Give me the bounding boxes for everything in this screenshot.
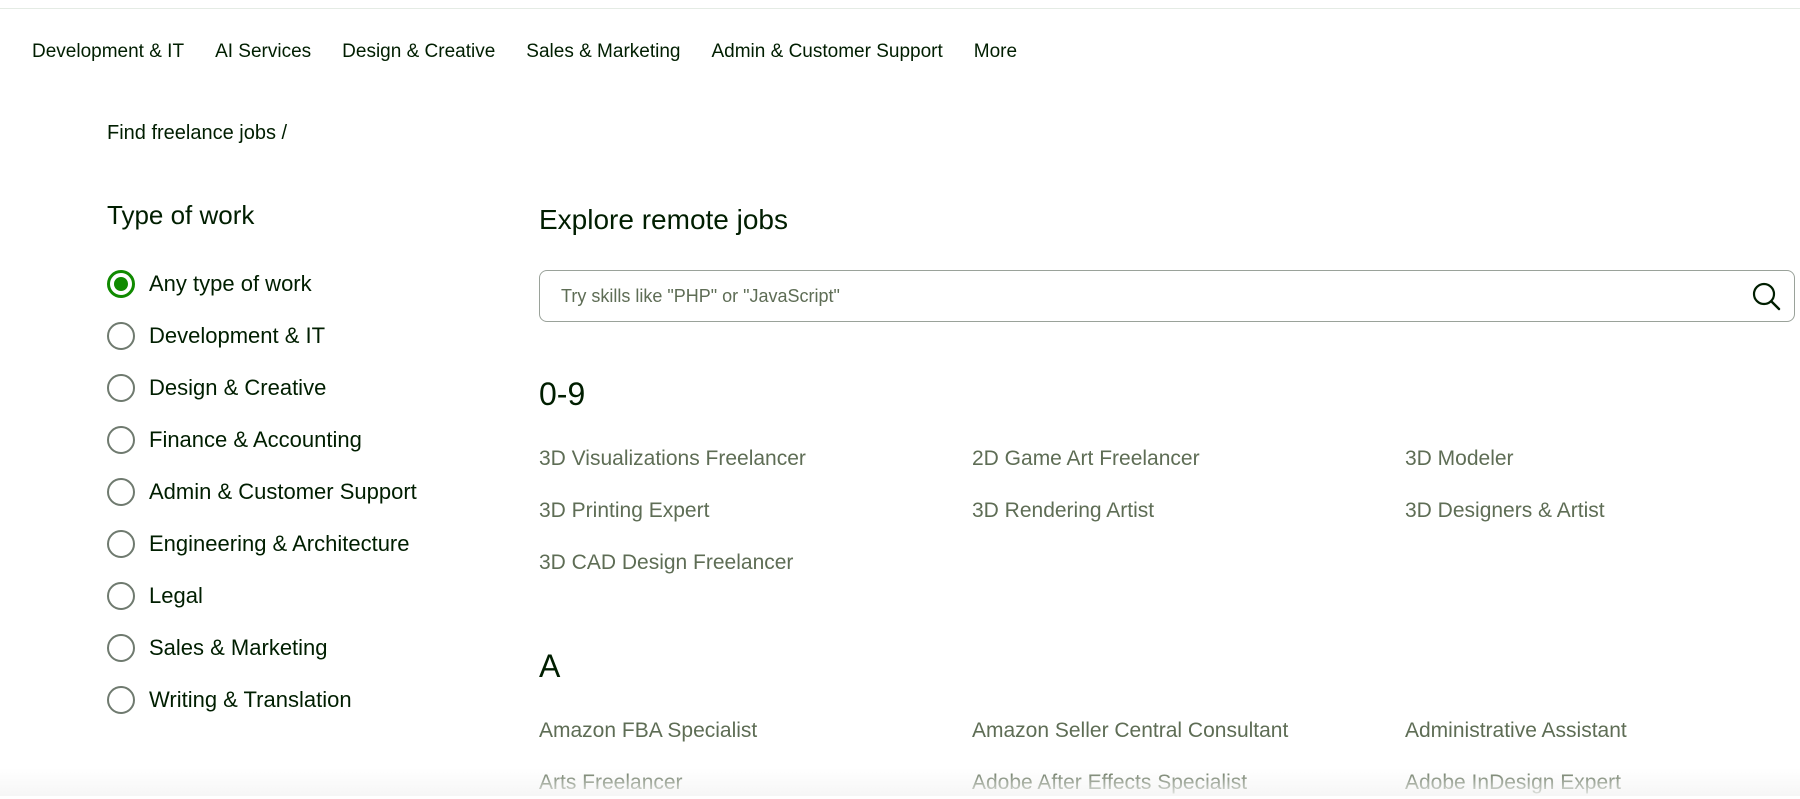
section-heading-a: A: [539, 648, 561, 684]
radio-group: Any type of work Development & IT Design &…: [107, 267, 467, 717]
radio-label: Legal: [149, 583, 203, 608]
section-heading-0-9: 0-9: [539, 376, 586, 412]
radio-option[interactable]: Sales & Marketing: [107, 631, 467, 665]
type-of-work-filter: Type of work Any type of work Development…: [107, 196, 467, 735]
nav-item-admin-support[interactable]: Admin & Customer Support: [711, 41, 942, 63]
radio-label: Any type of work: [149, 271, 312, 296]
nav-item-development-it[interactable]: Development & IT: [32, 41, 184, 63]
filter-title: Type of work: [107, 200, 255, 230]
nav-item-sales-marketing[interactable]: Sales & Marketing: [526, 41, 680, 63]
job-link[interactable]: Amazon Seller Central Consultant: [972, 715, 1405, 747]
radio-option[interactable]: Design & Creative: [107, 371, 467, 405]
nav-item-more[interactable]: More: [974, 41, 1017, 63]
radio-label: Design & Creative: [149, 375, 327, 400]
job-link[interactable]: Adobe After Effects Specialist: [972, 767, 1405, 799]
job-link[interactable]: 3D Rendering Artist: [972, 495, 1405, 527]
job-link[interactable]: 3D Printing Expert: [539, 495, 972, 527]
radio-button[interactable]: [107, 270, 135, 298]
radio-label: Finance & Accounting: [149, 427, 362, 452]
main-content: Explore remote jobs 0-9 3D Visualization…: [539, 200, 1799, 794]
radio-button[interactable]: [107, 530, 135, 558]
radio-label: Engineering & Architecture: [149, 531, 410, 556]
radio-label: Development & IT: [149, 323, 326, 348]
search-icon[interactable]: [1750, 280, 1782, 312]
radio-option[interactable]: Any type of work: [107, 267, 467, 301]
job-link[interactable]: 3D CAD Design Freelancer: [539, 547, 972, 579]
radio-label: Sales & Marketing: [149, 635, 328, 660]
radio-label: Admin & Customer Support: [149, 479, 417, 504]
radio-option[interactable]: Admin & Customer Support: [107, 475, 467, 509]
job-link[interactable]: 3D Modeler: [1405, 443, 1795, 475]
radio-label: Writing & Translation: [149, 687, 352, 712]
job-link[interactable]: 3D Visualizations Freelancer: [539, 443, 972, 475]
radio-option[interactable]: Development & IT: [107, 319, 467, 353]
radio-option[interactable]: Writing & Translation: [107, 683, 467, 717]
search-box: [539, 270, 1795, 322]
search-input[interactable]: [540, 270, 1750, 322]
radio-button[interactable]: [107, 374, 135, 402]
radio-option[interactable]: Finance & Accounting: [107, 423, 467, 457]
radio-button[interactable]: [107, 322, 135, 350]
radio-button[interactable]: [107, 582, 135, 610]
radio-button[interactable]: [107, 478, 135, 506]
job-link[interactable]: Adobe InDesign Expert: [1405, 767, 1795, 799]
job-link[interactable]: 3D Designers & Artist: [1405, 495, 1795, 527]
radio-button[interactable]: [107, 426, 135, 454]
job-link[interactable]: 2D Game Art Freelancer: [972, 443, 1405, 475]
nav-item-ai-services[interactable]: AI Services: [215, 41, 311, 63]
job-link[interactable]: Arts Freelancer: [539, 767, 972, 799]
jobs-grid-0-9: 3D Visualizations Freelancer 2D Game Art …: [539, 443, 1795, 579]
top-divider: [0, 8, 1800, 9]
jobs-grid-a: Amazon FBA Specialist Amazon Seller Centr…: [539, 715, 1795, 799]
radio-button[interactable]: [107, 634, 135, 662]
radio-button[interactable]: [107, 686, 135, 714]
radio-option[interactable]: Legal: [107, 579, 467, 613]
page-title: Explore remote jobs: [539, 204, 789, 235]
radio-option[interactable]: Engineering & Architecture: [107, 527, 467, 561]
breadcrumb[interactable]: Find freelance jobs /: [107, 122, 287, 145]
nav-item-design-creative[interactable]: Design & Creative: [342, 41, 495, 63]
job-link[interactable]: Amazon FBA Specialist: [539, 715, 972, 747]
job-link[interactable]: Administrative Assistant: [1405, 715, 1795, 747]
category-nav: Development & IT AI Services Design & Cr…: [32, 41, 1048, 63]
